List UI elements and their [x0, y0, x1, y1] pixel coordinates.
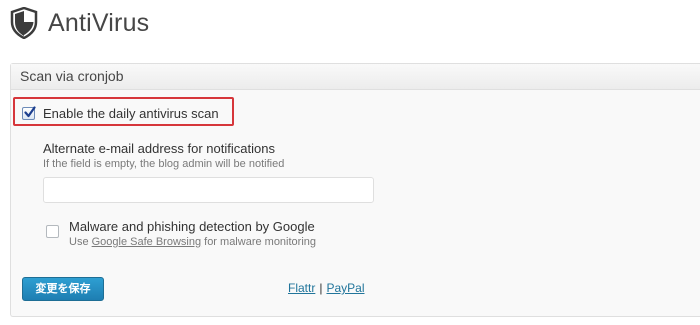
- page-header: AntiVirus: [10, 6, 149, 40]
- box-title: Scan via cronjob: [11, 64, 700, 90]
- shield-icon: [10, 6, 38, 40]
- save-button[interactable]: 変更を保存: [22, 277, 104, 301]
- daily-scan-label[interactable]: Enable the daily antivirus scan: [43, 106, 219, 121]
- email-field-hint: If the field is empty, the blog admin wi…: [43, 158, 285, 170]
- google-hint-suffix: for malware monitoring: [201, 236, 317, 248]
- flattr-link[interactable]: Flattr: [288, 281, 315, 295]
- google-hint-prefix: Use: [69, 236, 92, 248]
- link-separator: |: [319, 281, 323, 295]
- email-field[interactable]: [43, 177, 374, 203]
- daily-scan-checkbox[interactable]: [22, 106, 36, 120]
- google-detection-label[interactable]: Malware and phishing detection by Google: [69, 219, 315, 234]
- page-title: AntiVirus: [48, 8, 150, 37]
- donation-links: Flattr | PayPal: [288, 281, 365, 295]
- google-detection-hint: Use Google Safe Browsing for malware mon…: [69, 236, 316, 248]
- google-detection-checkbox[interactable]: [46, 225, 59, 238]
- paypal-link[interactable]: PayPal: [326, 281, 364, 295]
- google-safe-browsing-link[interactable]: Google Safe Browsing: [92, 236, 201, 248]
- scan-settings-box: Scan via cronjob Enable the daily antivi…: [10, 63, 700, 317]
- email-field-label: Alternate e-mail address for notificatio…: [43, 141, 275, 156]
